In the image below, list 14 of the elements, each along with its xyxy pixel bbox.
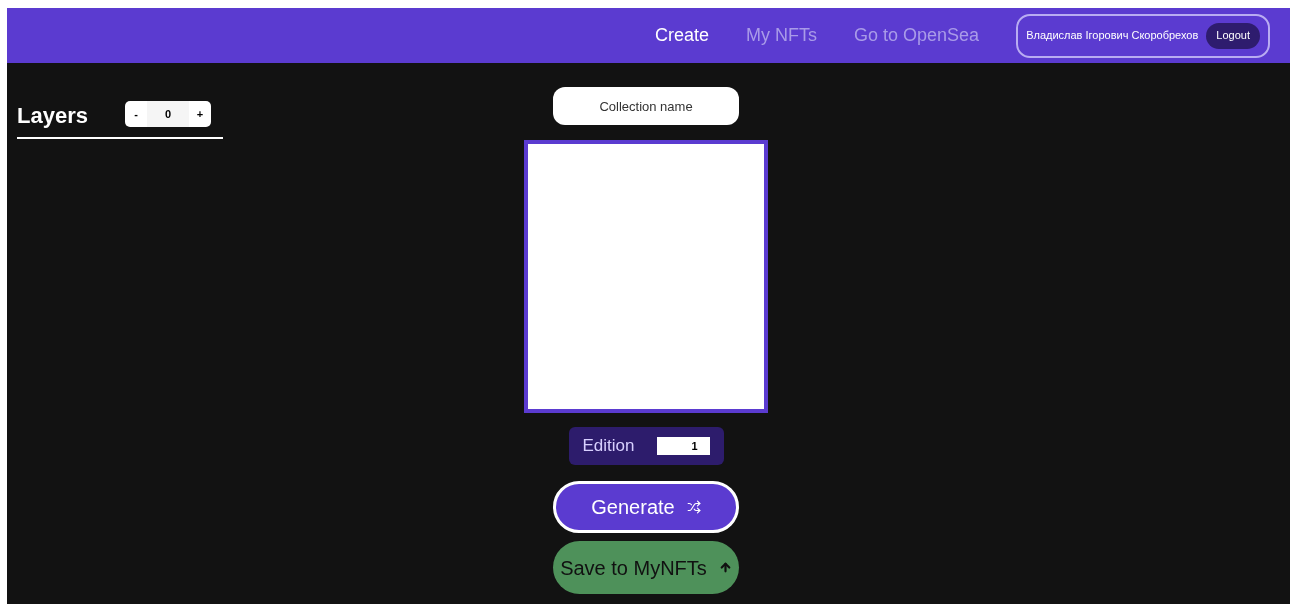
edition-field[interactable]: 1 (656, 437, 710, 455)
layer-count: 0 (147, 101, 189, 127)
increment-button[interactable]: + (189, 101, 211, 127)
generate-button[interactable]: Generate (553, 481, 739, 533)
arrow-up-icon (718, 561, 732, 574)
edition-label: Edition (582, 435, 635, 458)
save-button[interactable]: Save to MyNFTs (553, 541, 739, 594)
decrement-button[interactable]: - (125, 101, 147, 127)
collection-name-field[interactable]: Collection name (553, 87, 739, 125)
layers-heading: Layers (17, 105, 88, 127)
user-name: Владислав Ігорович Скоробрехов (1026, 28, 1199, 44)
logout-button[interactable]: Logout (1206, 22, 1260, 49)
shuffle-icon (686, 500, 701, 514)
nav-link[interactable]: Create (655, 22, 710, 49)
